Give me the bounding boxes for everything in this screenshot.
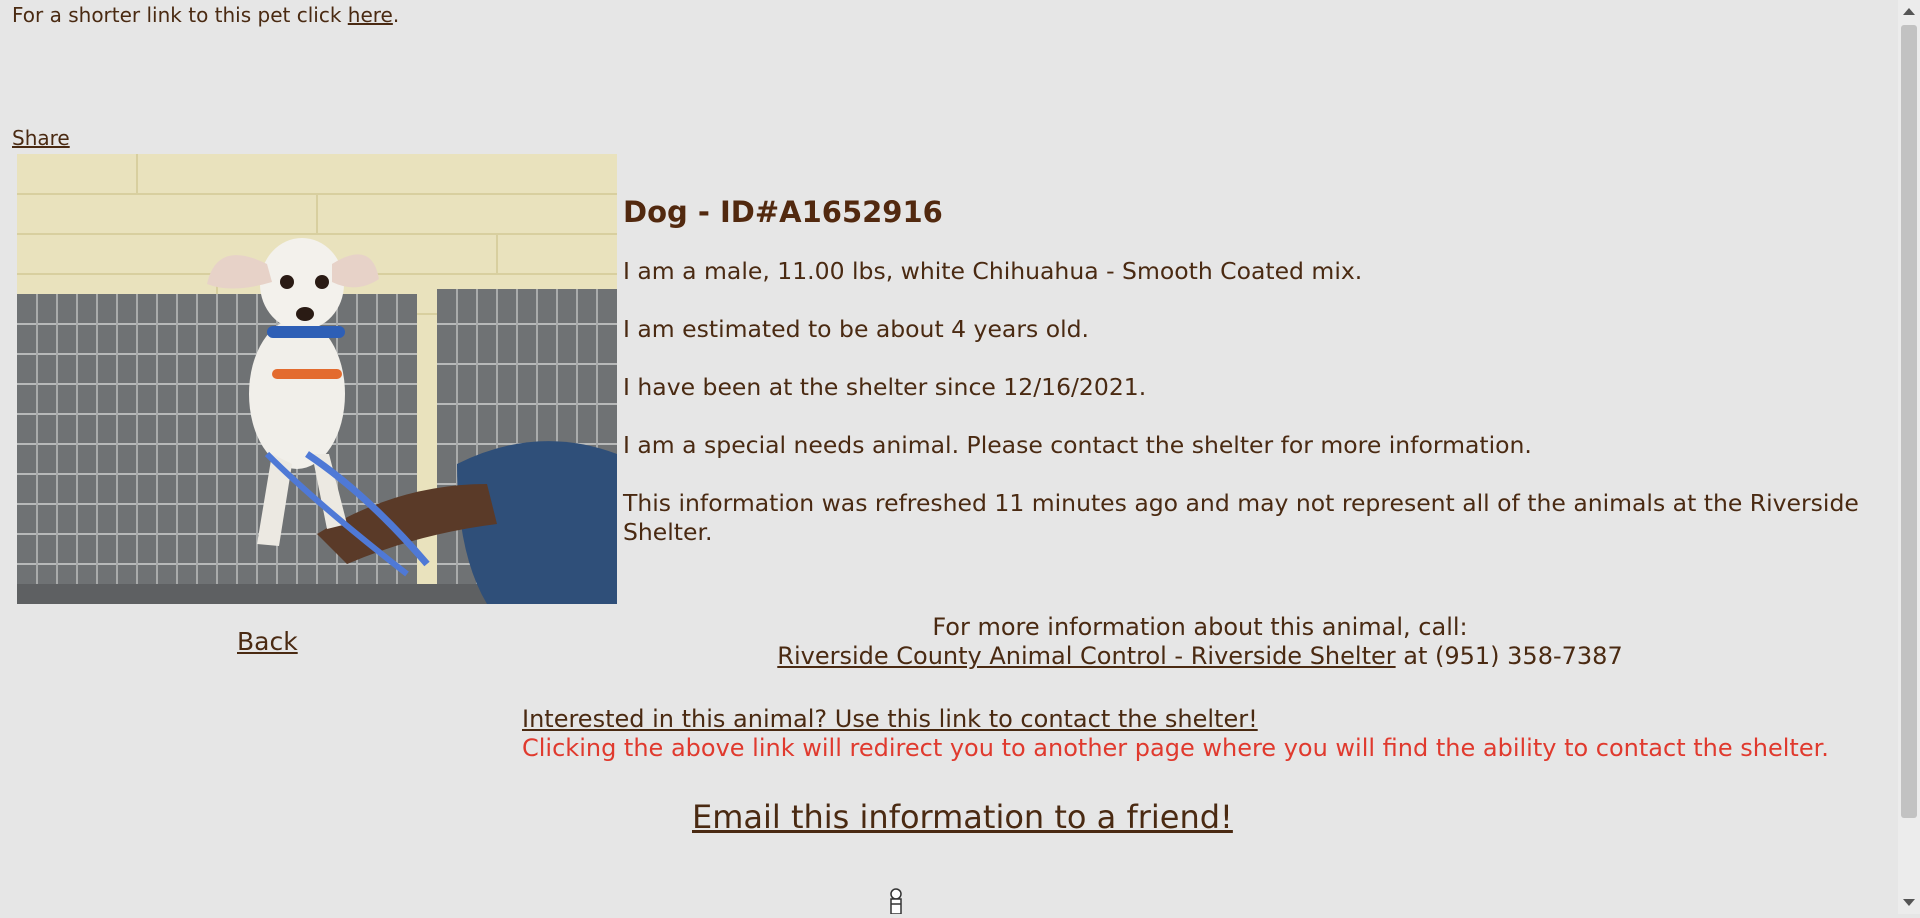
pet-special-needs: I am a special needs animal. Please cont… [623,431,1532,459]
contact-line: Riverside County Animal Control - Rivers… [730,642,1670,671]
redirect-note: Clicking the above link will redirect yo… [522,734,1829,762]
refresh-note: This information was refreshed 11 minute… [623,489,1859,546]
shorter-link-prefix: For a shorter link to this pet click [12,3,348,27]
share-link[interactable]: Share [12,126,70,150]
pet-title: Dog - ID#A1652916 [623,195,943,229]
shorter-link-line: For a shorter link to this pet click her… [12,3,399,27]
scroll-down-icon[interactable] [1903,899,1915,906]
contact-shelter-link[interactable]: Interested in this animal? Use this link… [522,705,1258,733]
dog-photo-icon [17,154,617,604]
scroll-up-icon[interactable] [1903,8,1915,15]
shorter-link-here[interactable]: here [348,3,393,27]
contact-info: For more information about this animal, … [730,613,1670,671]
back-link[interactable]: Back [237,627,298,656]
scrollbar-thumb[interactable] [1901,25,1917,818]
interest-block: Interested in this animal? Use this link… [522,705,1829,763]
phone-text: at (951) 358-7387 [1395,642,1623,670]
shorter-link-suffix: . [392,3,400,27]
shelter-link[interactable]: Riverside County Animal Control - Rivers… [777,642,1395,670]
call-text: For more information about this animal, … [932,613,1468,641]
pet-photo [17,154,617,604]
email-friend-link[interactable]: Email this information to a friend! [692,798,1233,836]
pet-shelter-since: I have been at the shelter since 12/16/2… [623,373,1147,401]
pet-description: I am a male, 11.00 lbs, white Chihuahua … [623,257,1363,285]
pet-info: Dog - ID#A1652916 I am a male, 11.00 lbs… [623,195,1873,576]
pet-age: I am estimated to be about 4 years old. [623,315,1089,343]
vertical-scrollbar[interactable] [1898,0,1920,914]
